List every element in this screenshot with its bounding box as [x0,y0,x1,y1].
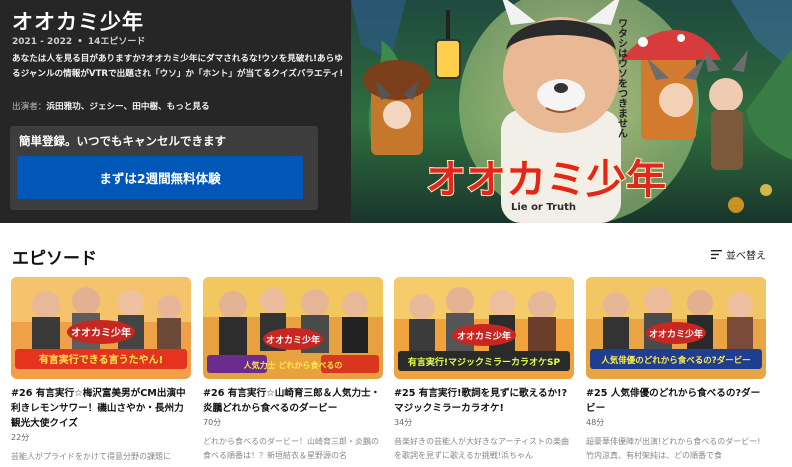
show-meta: 2021 - 2022 • 14エピソード [12,34,145,47]
meta-separator: • [77,37,83,47]
show-description: あなたは人を見る目がありますか?オオカミ少年にダマされるな!ウソを見破れ!あらゆ… [12,54,344,79]
cast-names[interactable]: 浜田雅功、ジェシー、田中樹、もっと見る [46,102,209,112]
thumb-logo: オオカミ少年 [266,334,320,346]
episode-thumbnail[interactable]: オオカミ少年 人気力士 どれから食べるの [203,277,383,379]
episode-title[interactable]: #25 人気俳優のどれから食べるの?ダービー [586,386,766,416]
thumb-logo: オオカミ少年 [649,328,703,340]
episode-card[interactable]: オオカミ少年 有言実行!マジックミラーカラオケSP #25 有言実行!歌詞を見ず… [394,277,574,463]
episode-card[interactable]: オオカミ少年 人気力士 どれから食べるの #26 有言実行☆山崎育三郎＆人気力士… [203,277,383,463]
episodes-heading: エピソード [12,249,97,269]
episode-title[interactable]: #26 有言実行☆梅沢富美男がCM出演中 利きレモンサワー！磯山さやか・長州力観… [11,386,191,431]
thumb-logo: オオカミ少年 [71,326,131,339]
cast-line: 出演者：浜田雅功、ジェシー、田中樹、もっと見る [12,100,210,112]
free-trial-button[interactable]: まずは2週間無料体験 [17,156,303,199]
episode-duration: 70分 [203,418,222,427]
signup-text: 簡単登録。いつでもキャンセルできます [19,134,226,148]
episode-duration: 34分 [394,418,413,427]
episode-card[interactable]: オオカミ少年 人気俳優のどれから食べるの?ダービー #25 人気俳優のどれから食… [586,277,766,463]
episode-duration: 48分 [586,418,605,427]
episode-description: 音楽好きの芸能人が大好きなアーティストの楽曲を歌詞を見ずに歌えるか挑戦!浜ちゃん [394,437,570,460]
thumb-banner: 有言実行できる言うたやん! [39,353,163,366]
episode-title[interactable]: #25 有言実行!歌詞を見ずに歌えるか!?マジックミラーカラオケ! [394,386,574,416]
key-art-tagline: ワタシはウソをつきません [616,18,628,138]
sort-label: 並べ替え [726,251,766,262]
episode-thumbnail[interactable]: オオカミ少年 有言実行できる言うたやん! [11,277,191,379]
key-art-image: ワタシはウソをつきません オオカミ少年 Lie or Truth [351,0,792,223]
episode-description: 芸能人がプライドをかけて得意分野の課題に [11,452,171,461]
episode-thumbnail[interactable]: オオカミ少年 人気俳優のどれから食べるの?ダービー [586,277,766,379]
sort-icon [711,250,722,259]
episode-description: どれから食べるのダービー！山崎育三郎・炎鵬の食べる順番は！？新垣結衣＆星野源の名 [203,437,379,460]
sort-button[interactable]: 並べ替え [711,247,766,262]
show-years: 2021 - 2022 [12,37,73,47]
key-art-logo: オオカミ少年 [426,157,666,203]
show-title: オオカミ少年 [12,10,144,34]
episode-thumbnail[interactable]: オオカミ少年 有言実行!マジックミラーカラオケSP [394,277,574,379]
cast-label: 出演者： [12,102,47,112]
episode-title[interactable]: #26 有言実行☆山崎育三郎＆人気力士・炎鵬どれから食べるのダービー [203,386,383,416]
show-info-panel: オオカミ少年 2021 - 2022 • 14エピソード あなたは人を見る目がありま… [0,0,352,223]
thumb-banner: 有言実行!マジックミラーカラオケSP [408,356,561,368]
signup-box: 簡単登録。いつでもキャンセルできます まずは2週間無料体験 [10,126,318,210]
episode-duration: 22分 [11,433,30,442]
thumb-banner: 人気俳優のどれから食べるの?ダービー [601,355,750,366]
key-art-logo-sub: Lie or Truth [511,202,576,213]
thumb-banner: 人気力士 どれから食べるの [244,360,343,370]
episode-description: 超豪華俳優陣が出演!どれから食べるのダービー!竹内涼真、有村架純は、どの順番で食 [586,437,761,460]
episode-card[interactable]: オオカミ少年 有言実行できる言うたやん! #26 有言実行☆梅沢富美男がCM出演… [11,277,191,464]
show-hero: オオカミ少年 2021 - 2022 • 14エピソード あなたは人を見る目がありま… [0,0,792,223]
episode-count: 14エピソード [87,37,146,47]
thumb-logo: オオカミ少年 [457,330,511,342]
